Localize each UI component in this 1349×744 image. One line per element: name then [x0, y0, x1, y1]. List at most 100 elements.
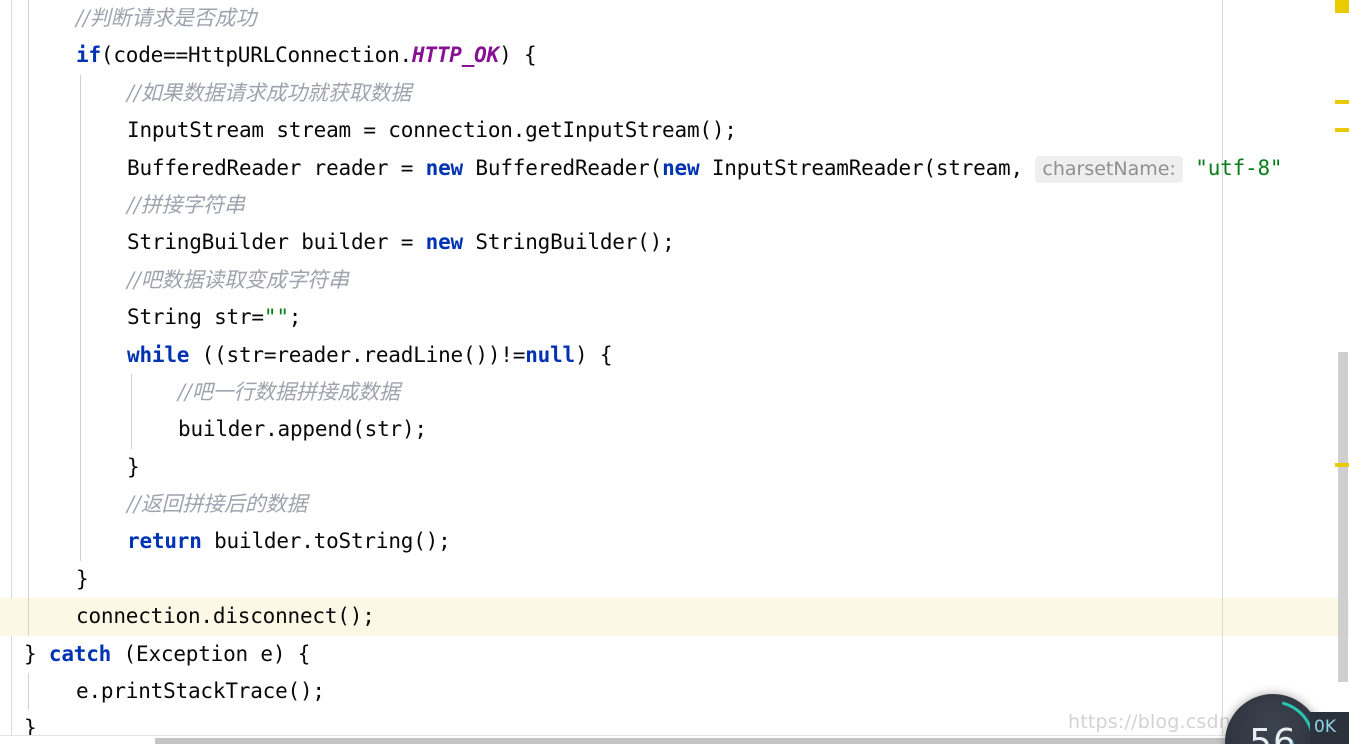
code-token-keyword: new	[425, 230, 464, 255]
error-stripe-gutter[interactable]	[1335, 0, 1349, 736]
network-speed-side-panel[interactable]: 0K	[1310, 712, 1349, 744]
code-line[interactable]: String str="";	[0, 299, 1349, 337]
code-line-text: //如果数据请求成功就获取数据	[127, 75, 411, 112]
code-token-keyword: return	[127, 529, 202, 554]
indent-guide	[28, 486, 29, 524]
code-line-text: return builder.toString();	[127, 523, 451, 560]
speed-value: 56	[1249, 722, 1297, 744]
code-token-keyword: catch	[48, 641, 112, 666]
indent-guide	[131, 411, 132, 449]
code-line[interactable]: //拼接字符串	[0, 186, 1349, 225]
code-token-plain: }	[76, 566, 89, 591]
code-token-string: ""	[263, 305, 289, 330]
warning-stripe-mark[interactable]	[1335, 463, 1349, 467]
indent-guide	[28, 411, 29, 449]
indent-guide	[80, 448, 81, 487]
indent-guide	[28, 523, 29, 561]
code-line[interactable]: StringBuilder builder = new StringBuilde…	[0, 224, 1349, 262]
indent-guide	[28, 336, 29, 374]
code-token-plain: StringBuilder builder =	[127, 230, 426, 255]
indent-guide	[28, 448, 29, 487]
code-token-comment: //吧一行数据拼接成数据	[178, 379, 400, 404]
indent-guide	[28, 149, 29, 187]
code-line[interactable]: while ((str=reader.readLine())!=null) {	[0, 336, 1349, 374]
code-line-text: //吧一行数据拼接成数据	[178, 374, 400, 411]
indent-guide	[28, 112, 29, 150]
indent-guide	[28, 224, 29, 262]
code-token-plain: }	[24, 641, 49, 666]
indent-guide	[80, 523, 81, 561]
warning-stripe-mark[interactable]	[1335, 100, 1349, 104]
code-token-plain: ) {	[499, 43, 537, 68]
code-line-text: //返回拼接后的数据	[127, 486, 307, 523]
indent-guide	[80, 186, 81, 225]
indent-guide	[28, 560, 29, 599]
code-line[interactable]: }	[0, 560, 1349, 599]
code-token-comment: //如果数据请求成功就获取数据	[127, 80, 412, 105]
code-token-keyword: null	[525, 342, 575, 367]
code-token-keyword: new	[662, 155, 700, 180]
code-line-text: }	[76, 561, 89, 598]
speed-cross-icon: ✛	[1286, 738, 1299, 744]
warning-summary-indicator[interactable]	[1335, 0, 1349, 13]
code-token-plain: ) {	[574, 342, 613, 367]
network-speed-widget[interactable]: 56 ✛	[1225, 694, 1321, 744]
code-token-plain: StringBuilder();	[462, 230, 675, 255]
code-line-text: //拼接字符串	[127, 187, 245, 224]
code-line[interactable]: //返回拼接后的数据	[0, 486, 1349, 524]
code-token-plain: InputStream stream = connection.getInput…	[127, 118, 737, 143]
code-token-keyword: new	[425, 155, 464, 180]
code-line[interactable]: } catch (Exception e) {	[0, 636, 1349, 673]
code-line[interactable]: //吧数据读取变成字符串	[0, 261, 1349, 300]
indent-guide	[80, 149, 81, 187]
code-lines-container[interactable]: //判断请求是否成功 if(code==HttpURLConnection.HTT…	[0, 0, 1349, 740]
code-line[interactable]: //吧一行数据拼接成数据	[0, 373, 1349, 412]
code-line[interactable]: return builder.toString();	[0, 523, 1349, 561]
code-line-text: }	[127, 449, 140, 486]
code-line[interactable]: //如果数据请求成功就获取数据	[0, 74, 1349, 113]
indent-guide	[80, 299, 81, 337]
code-token-plain: }	[127, 454, 140, 479]
code-token-comment: //返回拼接后的数据	[127, 492, 308, 517]
horizontal-scrollbar-track[interactable]	[0, 735, 1349, 744]
indent-guide	[80, 336, 81, 374]
code-token-plain: String str=	[127, 305, 264, 330]
parameter-hint[interactable]: charsetName:	[1035, 155, 1183, 183]
code-line-text: StringBuilder builder = new StringBuilde…	[127, 224, 675, 261]
code-editor[interactable]: //判断请求是否成功 if(code==HttpURLConnection.HTT…	[0, 0, 1349, 744]
code-token-static-field: HTTP_OK	[411, 43, 500, 68]
code-token-comment: //拼接字符串	[127, 192, 245, 217]
indent-guide	[80, 112, 81, 150]
indent-guide	[80, 261, 81, 300]
code-token-plain: builder.append(str);	[178, 417, 427, 442]
code-line-text: connection.disconnect();	[76, 598, 375, 635]
horizontal-scrollbar-thumb[interactable]	[155, 738, 1275, 744]
code-token-plain: connection.disconnect();	[76, 604, 375, 629]
code-line[interactable]: builder.append(str);	[0, 411, 1349, 449]
code-token-plain: builder.toString();	[201, 529, 451, 554]
code-line-text: //吧数据读取变成字符串	[127, 262, 349, 299]
indent-guide	[28, 299, 29, 337]
code-line[interactable]: e.printStackTrace();	[0, 673, 1349, 711]
code-line[interactable]: BufferedReader reader = new BufferedRead…	[0, 149, 1349, 188]
indent-guide	[80, 411, 81, 449]
warning-stripe-mark[interactable]	[1335, 128, 1349, 132]
code-line-text: //判断请求是否成功	[76, 0, 256, 37]
indent-guide	[28, 673, 29, 711]
code-line[interactable]: //判断请求是否成功	[0, 0, 1349, 38]
indent-guide	[80, 224, 81, 262]
code-token-plain: ;	[288, 305, 302, 330]
indent-guide	[28, 0, 29, 38]
indent-guide	[28, 74, 29, 113]
code-line[interactable]: connection.disconnect();	[0, 598, 1349, 636]
code-line-text: InputStream stream = connection.getInput…	[127, 112, 737, 149]
code-token-plain: BufferedReader(	[462, 155, 663, 180]
code-line[interactable]: }	[0, 448, 1349, 487]
code-token-plain: e.printStackTrace();	[76, 679, 325, 704]
code-token-keyword: while	[127, 342, 190, 367]
code-token-plain: (Exception e) {	[111, 641, 311, 666]
code-line[interactable]: if(code==HttpURLConnection.HTTP_OK) {	[0, 37, 1349, 75]
code-line-text: } catch (Exception e) {	[24, 636, 310, 673]
code-line[interactable]: InputStream stream = connection.getInput…	[0, 112, 1349, 150]
code-line-text: BufferedReader reader = new BufferedRead…	[127, 150, 1283, 188]
